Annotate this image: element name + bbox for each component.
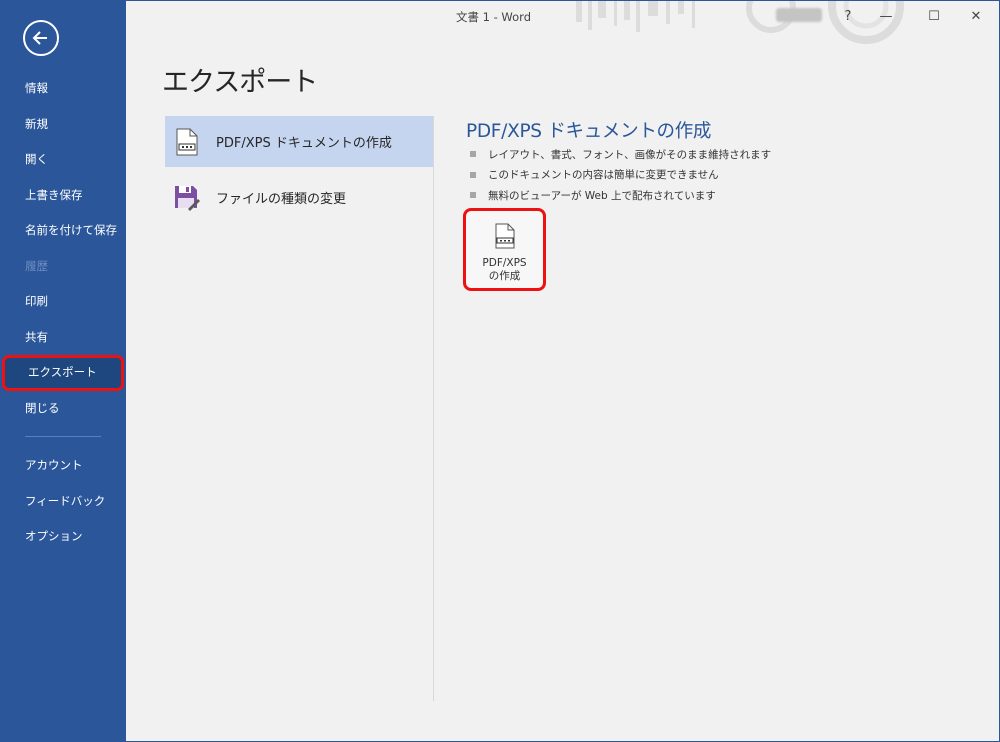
list-item: レイアウト、書式、フォント、画像がそのまま維持されます	[470, 144, 771, 165]
backstage-nav: 情報 新規 開く 上書き保存 名前を付けて保存 履歴 印刷 共有 エクスポート …	[0, 71, 126, 555]
bullet-square-icon	[470, 151, 476, 158]
option-create-pdf-xps[interactable]: PDF/XPS ドキュメントの作成	[165, 116, 433, 167]
nav-item-save[interactable]: 上書き保存	[0, 178, 126, 214]
detail-title: PDF/XPS ドキュメントの作成	[466, 121, 712, 142]
nav-item-print[interactable]: 印刷	[0, 284, 126, 320]
save-as-file-type-icon	[174, 183, 200, 213]
page-title: エクスポート	[162, 67, 318, 98]
back-button[interactable]	[23, 20, 59, 56]
nav-divider	[25, 436, 101, 437]
pdf-document-icon	[174, 127, 200, 157]
nav-item-new[interactable]: 新規	[0, 107, 126, 143]
nav-item-export[interactable]: エクスポート	[2, 355, 124, 391]
panel-divider	[433, 116, 434, 701]
title-bar-decoration	[576, 0, 904, 44]
pdf-document-icon	[494, 223, 516, 253]
nav-item-account[interactable]: アカウント	[0, 448, 126, 484]
window-frame	[0, 0, 1000, 742]
nav-item-info[interactable]: 情報	[0, 71, 126, 107]
nav-item-open[interactable]: 開く	[0, 142, 126, 178]
maximize-button[interactable]: ☐	[924, 6, 944, 26]
nav-item-save-as[interactable]: 名前を付けて保存	[0, 213, 126, 249]
nav-item-share[interactable]: 共有	[0, 320, 126, 356]
list-item: 無料のビューアーが Web 上で配布されています	[470, 185, 771, 206]
create-pdf-xps-button[interactable]: PDF/XPS の作成	[463, 208, 546, 291]
help-icon[interactable]: ?	[838, 6, 858, 26]
nav-item-options[interactable]: オプション	[0, 519, 126, 555]
list-item: このドキュメントの内容は簡単に変更できません	[470, 165, 771, 186]
minimize-button[interactable]: —	[876, 6, 896, 26]
detail-bullets: レイアウト、書式、フォント、画像がそのまま維持されます このドキュメントの内容は…	[470, 144, 771, 206]
window-title: 文書 1 - Word	[456, 10, 531, 24]
nav-item-close[interactable]: 閉じる	[0, 391, 126, 427]
back-arrow-icon	[32, 31, 47, 45]
user-account-name[interactable]	[776, 8, 822, 22]
nav-item-history: 履歴	[25, 258, 48, 273]
backstage-sidebar: 情報 新規 開く 上書き保存 名前を付けて保存 履歴 印刷 共有 エクスポート …	[0, 0, 126, 742]
bullet-square-icon	[470, 171, 476, 178]
option-change-file-type[interactable]: ファイルの種類の変更	[165, 172, 433, 223]
bullet-square-icon	[470, 192, 476, 199]
option-label: ファイルの種類の変更	[216, 192, 347, 207]
close-button[interactable]: ✕	[966, 6, 986, 26]
button-label: PDF/XPS の作成	[482, 257, 527, 282]
title-bar: 文書 1 - Word ? — ☐ ✕	[126, 0, 1000, 44]
option-label: PDF/XPS ドキュメントの作成	[216, 136, 392, 151]
nav-item-feedback[interactable]: フィードバック	[0, 484, 126, 520]
